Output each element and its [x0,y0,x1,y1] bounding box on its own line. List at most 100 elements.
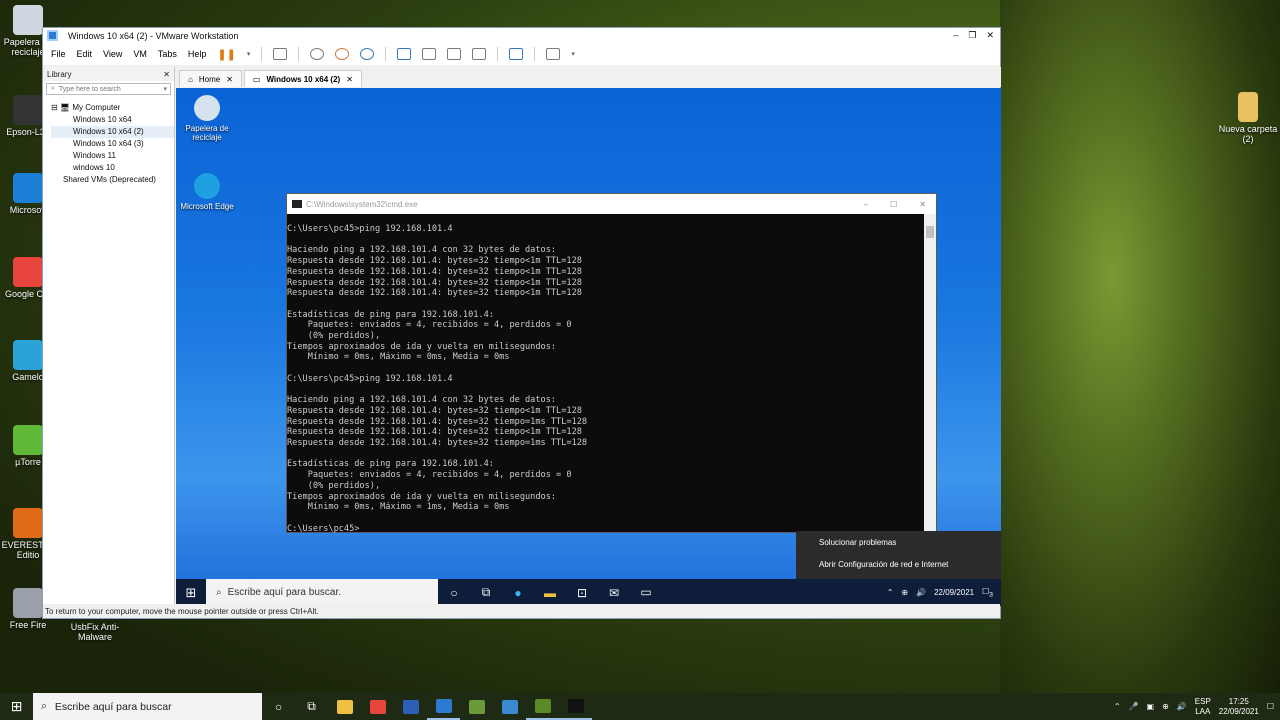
toolbar-separator [385,47,387,61]
snapshot-icon[interactable] [310,48,325,60]
stretch-dropdown-icon[interactable]: ▾ [571,50,575,58]
library-close-icon[interactable]: ✕ [163,70,170,79]
windows-start-icon[interactable]: ⊞ [0,698,33,715]
network-icon[interactable]: ⊕ [1162,702,1169,711]
guest-screen[interactable]: Papelera de reciclaje Microsoft Edge C:\… [176,88,1001,606]
chevron-up-icon[interactable]: ⌃ [887,588,894,597]
app-icon-3[interactable] [526,693,559,720]
app-icon-1[interactable] [460,693,493,720]
close-button[interactable]: ✕ [919,200,926,209]
tree-my-computer[interactable]: ⊟ 🖥 My Computer [51,102,174,114]
menu-file[interactable]: File [51,49,66,59]
windows-start-icon[interactable]: ⊞ [176,579,206,606]
menu-vm[interactable]: VM [133,49,147,59]
cmd-output[interactable]: C:\Users\pc45>ping 192.168.101.4 Haciendo… [287,214,924,534]
file-explorer-icon[interactable] [328,693,361,720]
task-view-icon[interactable]: ⧉ [295,693,328,720]
host-clock[interactable]: 17:25 22/09/2021 [1219,697,1259,717]
terminal-icon[interactable] [559,693,592,720]
console-view-icon[interactable] [509,48,524,60]
file-explorer-icon[interactable]: ▬ [534,579,566,606]
app-icon [13,5,43,35]
guest-date[interactable]: 22/09/2021 [934,588,974,597]
search-icon: ⌕ [51,85,55,92]
store-icon[interactable]: ⊡ [566,579,598,606]
guest-edge-shortcut[interactable]: Microsoft Edge [177,173,237,211]
chrome-icon[interactable] [361,693,394,720]
cortana-icon[interactable]: ○ [262,693,295,720]
mail-icon[interactable]: ✉ [598,579,630,606]
task-view-icon[interactable]: ⧉ [470,579,502,606]
cmd-line: (0% perdidos), [287,331,381,341]
library-header: Library ✕ [43,67,174,81]
edge-icon[interactable]: ● [502,579,534,606]
cmd-line: Respuesta desde 192.168.101.4: bytes=32 … [287,416,588,427]
app-icon-2[interactable] [493,693,526,720]
menu-item-troubleshoot[interactable]: Solucionar problemas [796,531,1001,553]
cmd-line: Estadísticas de ping para 192.168.101.4: [287,309,494,320]
volume-icon[interactable]: 🔊 [916,588,926,597]
scrollbar-thumb[interactable] [926,226,934,238]
revert-snapshot-icon[interactable] [335,48,350,60]
search-icon: ⌕ [216,587,222,598]
cortana-icon[interactable]: ○ [438,579,470,606]
microphone-icon[interactable]: 🎤 [1129,702,1139,711]
menu-view[interactable]: View [103,49,122,59]
home-icon: ⌂ [188,74,193,84]
cmd-line: Tiempos aproximados de ida y vuelta en m… [287,341,557,352]
menu-help[interactable]: Help [188,49,207,59]
tree-vm-item[interactable]: Windows 10 x64 (3) [51,138,174,150]
tab-close-icon[interactable]: ✕ [226,75,233,84]
send-ctrl-alt-del-icon[interactable] [273,48,288,60]
minimize-button[interactable]: – [953,30,958,41]
notification-icon[interactable]: ☐3 [982,587,993,599]
host-folder-icon[interactable]: Nueva carpeta (2) [1213,92,1280,144]
tree-shared-vms[interactable]: Shared VMs (Deprecated) [51,174,174,186]
snapshot-manager-icon[interactable] [360,48,375,60]
folder-icon [1238,92,1258,122]
tray-app-icon[interactable]: ▣ [1147,702,1155,711]
chevron-down-icon[interactable]: ▾ [163,85,170,93]
cmd-title: C:\Windows\system32\cmd.exe [306,199,418,209]
tab-home[interactable]: ⌂ Home ✕ [179,70,242,87]
show-library-icon[interactable] [397,48,412,60]
cmd-title-bar: C:\Windows\system32\cmd.exe – ☐ ✕ [287,194,936,214]
tree-vm-item[interactable]: Windows 11 [51,150,174,162]
pause-dropdown-icon[interactable]: ▾ [247,50,251,58]
menu-item-network-settings[interactable]: Abrir Configuración de red e Internet [796,553,1001,575]
menu-tabs[interactable]: Tabs [158,49,177,59]
notification-icon[interactable]: ☐ [1267,702,1274,711]
volume-icon[interactable]: 🔊 [1177,702,1187,711]
host-search-box[interactable]: ⌕ Escribe aquí para buscar [33,693,262,720]
tree-vm-item[interactable]: Windows 10 x64 [51,114,174,126]
cmd-window[interactable]: C:\Windows\system32\cmd.exe – ☐ ✕ C:\Use… [286,193,937,534]
tab-vm-active[interactable]: ▭ Windows 10 x64 (2) ✕ [243,70,362,87]
chevron-up-icon[interactable]: ⌃ [1114,702,1121,711]
library-search-input[interactable]: ⌕ Type here to search ▾ [46,83,171,95]
thumbnail-bar-icon[interactable] [422,48,437,60]
app-glyph [567,698,584,713]
unity-icon[interactable] [472,48,487,60]
minimize-button[interactable]: – [864,200,868,209]
tree-vm-item[interactable]: windows 10 [51,162,174,174]
app-icon [13,508,43,538]
tree-vm-item-selected[interactable]: Windows 10 x64 (2) [51,126,174,138]
cmd-scrollbar[interactable] [924,214,936,532]
vmware-icon[interactable] [427,693,460,720]
word-icon[interactable] [394,693,427,720]
host-desktop-icon[interactable]: UsbFix Anti-Malware [60,622,130,642]
full-screen-icon[interactable] [447,48,462,60]
maximize-button[interactable]: ❐ [968,30,976,41]
stretch-guest-icon[interactable] [546,48,561,60]
close-button[interactable]: ✕ [986,30,994,41]
guest-recycle-bin[interactable]: Papelera de reciclaje [177,95,237,142]
cmd-line: Respuesta desde 192.168.101.4: bytes=32 … [287,266,582,277]
language-indicator[interactable]: ESP LAA [1195,697,1211,717]
network-icon[interactable]: ⊕ [901,588,908,597]
guest-search-box[interactable]: ⌕ Escribe aquí para buscar. [206,579,438,606]
pause-icon[interactable]: ❚❚ [217,48,235,61]
cmd-taskbar-icon[interactable]: ▭ [630,579,662,606]
maximize-button[interactable]: ☐ [890,200,897,209]
menu-edit[interactable]: Edit [77,49,93,59]
tab-close-icon[interactable]: ✕ [346,75,353,84]
